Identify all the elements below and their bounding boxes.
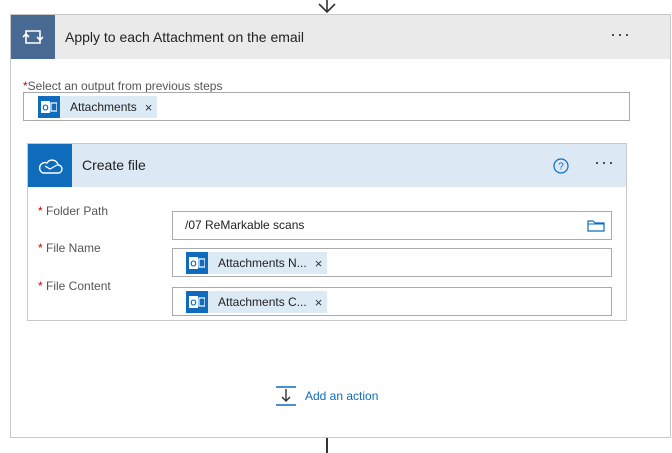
add-action-label: Add an action [305, 389, 379, 403]
file-content-input[interactable]: O Attachments C... × [172, 287, 612, 316]
outlook-icon: O [38, 96, 60, 118]
remove-token-icon[interactable]: × [315, 256, 328, 271]
add-action-button[interactable]: Add an action [275, 385, 378, 407]
apply-to-each-header[interactable]: Apply to each Attachment on the email ··… [11, 15, 670, 59]
file-name-label: * File Name [38, 241, 101, 255]
connector-line [326, 438, 328, 453]
outlook-icon: O [186, 291, 208, 313]
remove-token-icon[interactable]: × [315, 295, 328, 310]
attachments-name-token[interactable]: O Attachments N... × [186, 252, 328, 274]
loop-icon [11, 15, 55, 59]
folder-path-label: * Folder Path [38, 204, 109, 218]
svg-text:O: O [190, 260, 196, 269]
apply-to-each-title: Apply to each Attachment on the email [65, 29, 304, 45]
attachments-token-label: Attachments [70, 100, 137, 114]
svg-text:?: ? [558, 162, 564, 173]
create-file-card: Create file ? ··· * Folder Path /07 ReMa… [27, 143, 627, 321]
svg-text:O: O [42, 104, 48, 113]
loop-more-options-button[interactable]: ··· [610, 25, 631, 43]
select-output-input[interactable]: O Attachments × [23, 92, 630, 121]
file-content-label: * File Content [38, 279, 111, 293]
attachments-token[interactable]: O Attachments × [38, 96, 158, 118]
svg-text:O: O [190, 299, 196, 308]
attachments-content-token-label: Attachments C... [218, 295, 307, 309]
add-action-icon [276, 386, 296, 406]
create-file-header[interactable]: Create file ? ··· [28, 144, 626, 187]
help-icon[interactable]: ? [553, 158, 569, 174]
attachments-content-token[interactable]: O Attachments C... × [186, 291, 328, 313]
remove-token-icon[interactable]: × [145, 100, 158, 115]
onedrive-icon [28, 144, 72, 187]
select-output-label: *Select an output from previous steps [23, 79, 223, 93]
apply-to-each-card: Apply to each Attachment on the email ··… [10, 14, 671, 438]
create-file-more-options-button[interactable]: ··· [594, 153, 615, 171]
file-name-input[interactable]: O Attachments N... × [172, 248, 612, 277]
folder-path-input[interactable]: /07 ReMarkable scans [172, 211, 612, 240]
connector-arrow-icon [318, 0, 336, 14]
folder-path-value: /07 ReMarkable scans [185, 218, 305, 232]
folder-icon[interactable] [587, 219, 605, 232]
outlook-icon: O [186, 252, 208, 274]
attachments-name-token-label: Attachments N... [218, 256, 307, 270]
create-file-title: Create file [82, 157, 146, 173]
